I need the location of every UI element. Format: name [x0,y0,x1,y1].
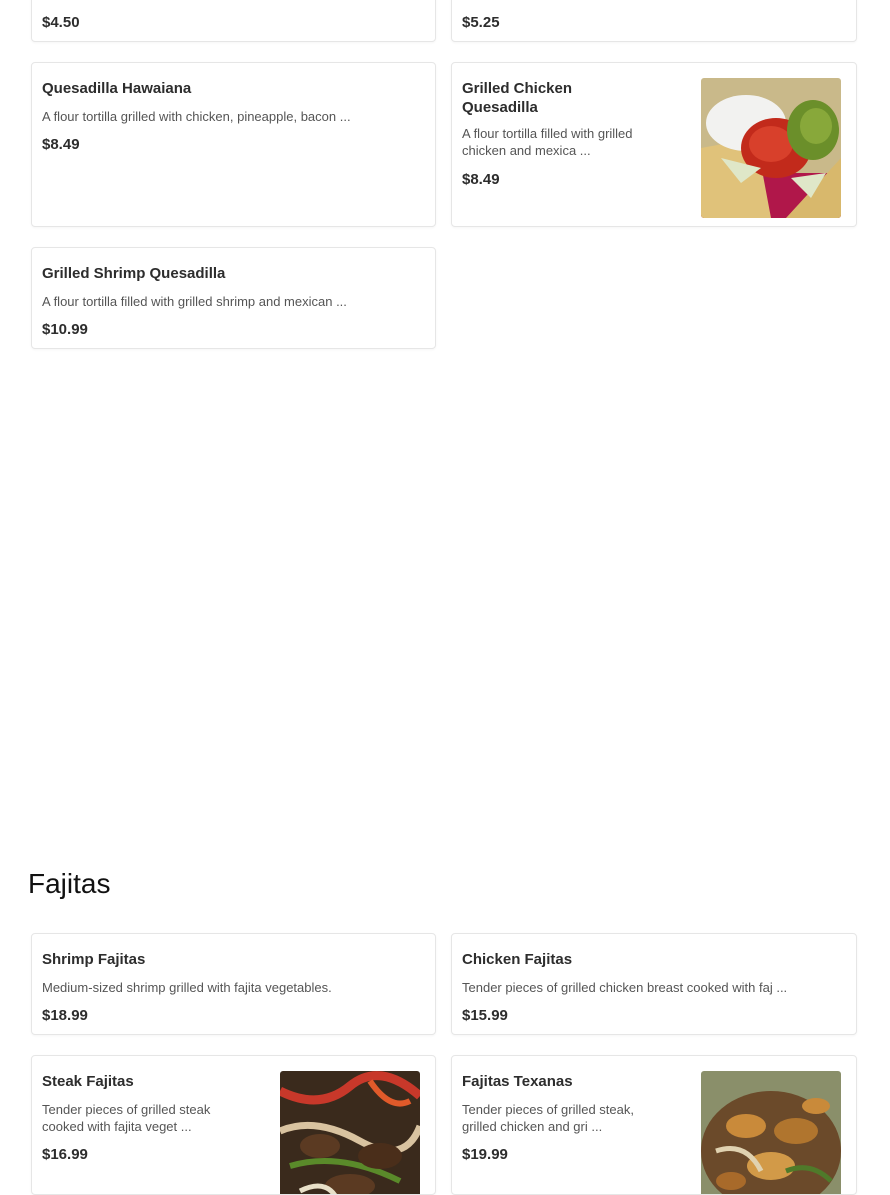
item-description: A flour tortilla grilled with chicken, p… [42,109,351,124]
item-description: Medium-sized shrimp grilled with fajita … [42,980,332,995]
item-description: Tender pieces of grilled chicken breast … [462,980,788,995]
item-price: $5.25 [462,14,500,31]
item-name: Steak Fajitas [42,1073,134,1090]
item-name: Grilled Shrimp Quesadilla [42,265,226,282]
item-name: Shrimp Fajitas [42,951,146,968]
item-name: Grilled Chicken Quesadilla [462,80,573,116]
item-description: Tender pieces of grilled steak cooked wi… [42,1102,211,1134]
menu-item-card[interactable]: Shrimp Fajitas Medium-sized shrimp grill… [31,933,436,1035]
item-price: $19.99 [462,1146,508,1163]
menu-item-card[interactable]: Fajitas Texanas Tender pieces of grilled… [451,1055,857,1195]
item-price: $15.99 [462,1007,508,1024]
menu-item-card[interactable]: $4.50 [31,0,436,42]
quesadilla-photo[interactable] [701,78,841,218]
menu-item-card[interactable]: Grilled Shrimp Quesadilla A flour tortil… [31,247,436,349]
menu-item-card[interactable]: Steak Fajitas Tender pieces of grilled s… [31,1055,436,1195]
menu-item-card[interactable]: Chicken Fajitas Tender pieces of grilled… [451,933,857,1035]
menu-item-card[interactable]: Grilled Chicken Quesadilla A flour torti… [451,62,857,227]
item-price: $16.99 [42,1146,88,1163]
item-description: Tender pieces of grilled steak, grilled … [462,1102,634,1134]
item-price: $18.99 [42,1007,88,1024]
item-name: Chicken Fajitas [462,951,573,968]
item-price: $10.99 [42,321,88,338]
item-name: Quesadilla Hawaiana [42,80,192,97]
item-description: A flour tortilla filled with grilled chi… [462,126,633,158]
steak-fajitas-photo[interactable] [280,1071,420,1194]
item-description: A flour tortilla filled with grilled shr… [42,294,347,309]
menu-item-card[interactable]: $5.25 [451,0,857,42]
item-price: $8.49 [462,171,500,188]
menu-item-card[interactable]: Quesadilla Hawaiana A flour tortilla gri… [31,62,436,227]
fajitas-texanas-photo[interactable] [701,1071,841,1194]
item-price: $4.50 [42,14,80,31]
item-price: $8.49 [42,136,80,153]
section-title: Fajitas [28,868,111,899]
item-name: Fajitas Texanas [462,1073,573,1090]
